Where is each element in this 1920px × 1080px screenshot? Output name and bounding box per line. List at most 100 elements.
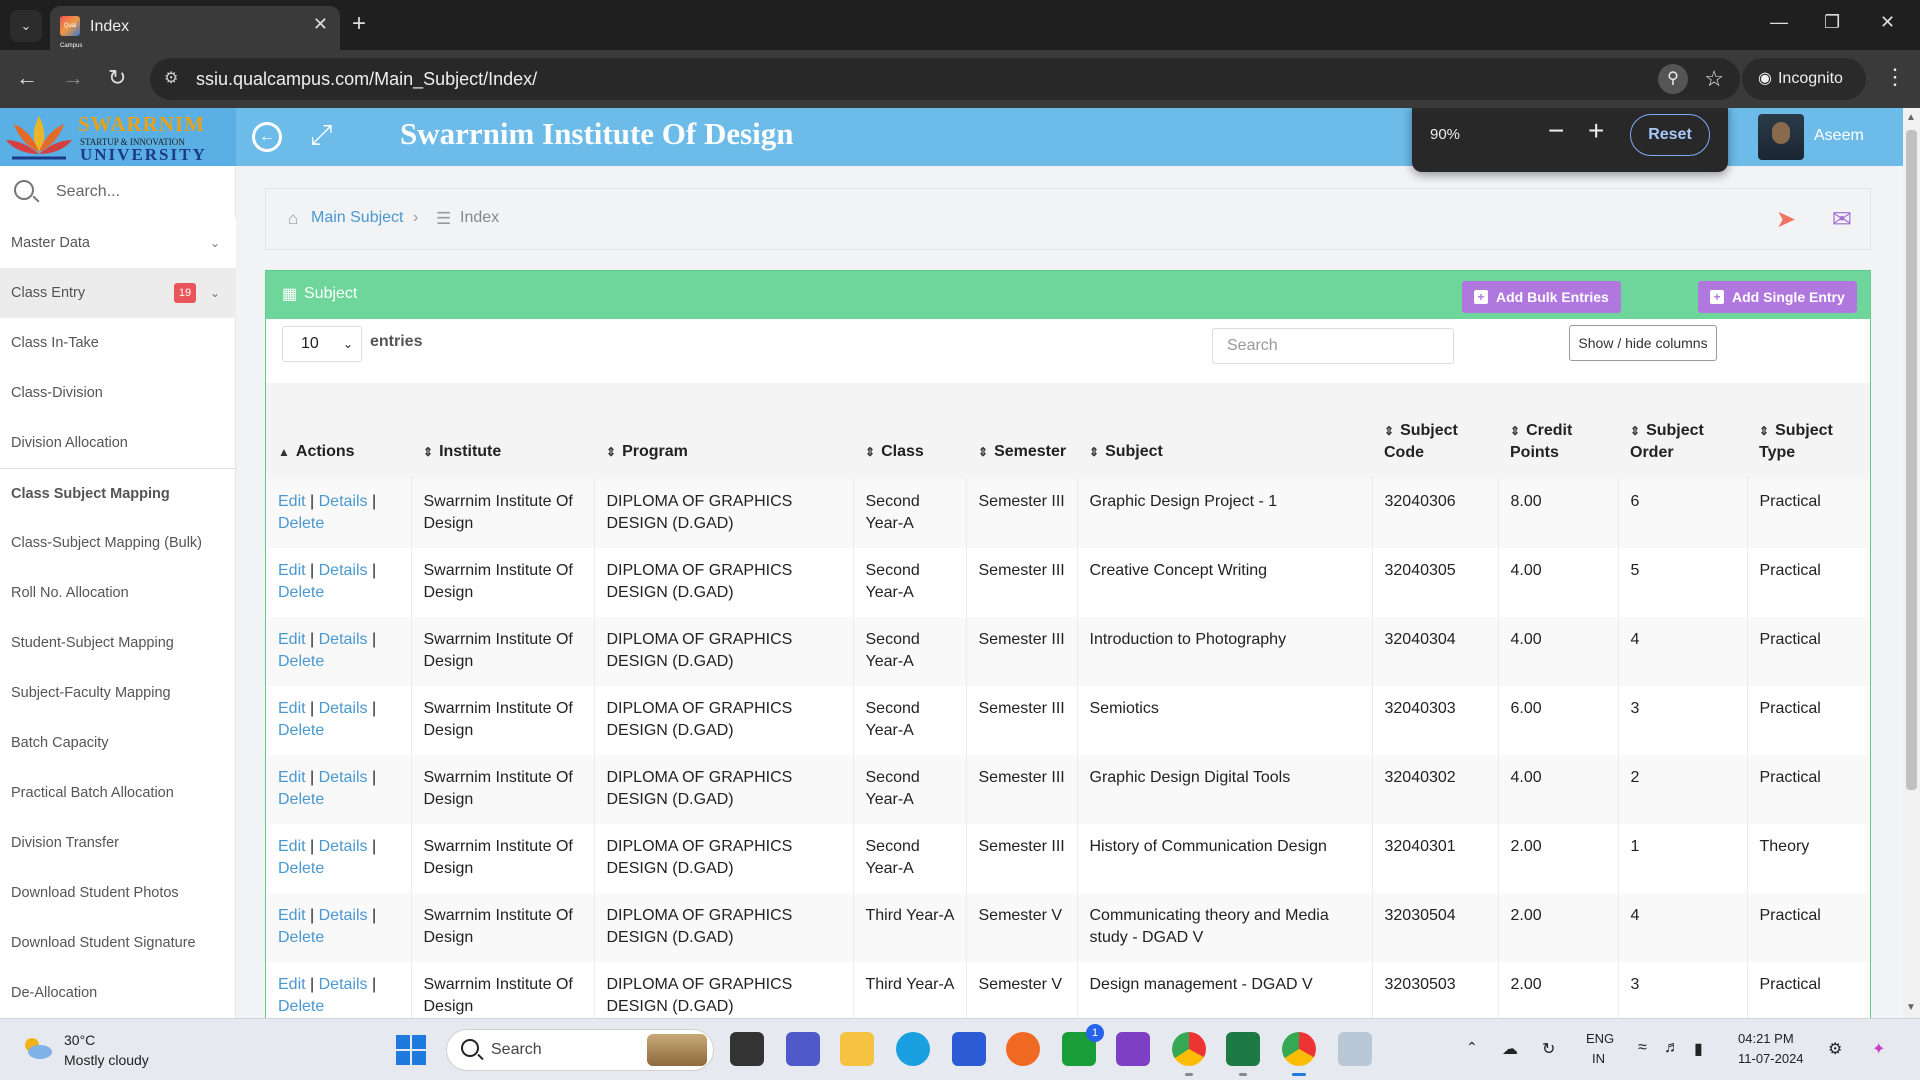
delete-link[interactable]: Delete: [278, 653, 324, 670]
sidebar-search[interactable]: Search...: [0, 166, 236, 218]
chevron-up-icon[interactable]: ⌃: [1466, 1039, 1478, 1056]
details-link[interactable]: Details: [319, 976, 368, 993]
table-search-input[interactable]: Search: [1212, 328, 1454, 364]
tab-search-icon[interactable]: ⌄: [10, 10, 42, 42]
scrollbar-thumb[interactable]: [1906, 130, 1917, 790]
zoom-in-icon[interactable]: +: [1588, 116, 1604, 146]
edit-link[interactable]: Edit: [278, 976, 306, 993]
sync-icon[interactable]: ↻: [1542, 1039, 1555, 1059]
zoom-reset-button[interactable]: Reset: [1630, 114, 1710, 156]
details-link[interactable]: Details: [319, 769, 368, 786]
clock-date[interactable]: 11-07-2024: [1738, 1051, 1804, 1066]
column-header-subject[interactable]: ⇕ Subject: [1077, 383, 1372, 479]
zoom-out-icon[interactable]: −: [1548, 116, 1564, 146]
bookmark-star-icon[interactable]: ☆: [1704, 66, 1724, 92]
sidebar-item-download-student-signature[interactable]: Download Student Signature: [0, 918, 236, 968]
add-single-entry-button[interactable]: + Add Single Entry: [1698, 281, 1857, 313]
avatar[interactable]: [1758, 114, 1804, 160]
site-info-icon[interactable]: ⚙: [164, 68, 178, 88]
breadcrumb-link-main-subject[interactable]: Main Subject: [311, 209, 404, 227]
close-window-icon[interactable]: ✕: [1880, 12, 1895, 33]
delete-link[interactable]: Delete: [278, 860, 324, 877]
sidebar-item-student-subject-mapping[interactable]: Student-Subject Mapping: [0, 618, 236, 668]
url-text[interactable]: ssiu.qualcampus.com/Main_Subject/Index/: [196, 69, 537, 90]
university-logo[interactable]: SWARRNIM STARTUP & INNOVATION UNIVERSITY: [0, 108, 236, 166]
sidebar-item-division-allocation[interactable]: Division Allocation: [0, 418, 236, 468]
paper-plane-icon[interactable]: ➤: [1776, 205, 1796, 234]
new-tab-icon[interactable]: +: [352, 10, 366, 38]
sidebar-search-input[interactable]: Search...: [56, 183, 120, 201]
close-tab-icon[interactable]: ✕: [313, 14, 328, 35]
excel-icon[interactable]: [1226, 1032, 1260, 1066]
xbox-icon[interactable]: 1: [1062, 1024, 1104, 1066]
clock-time[interactable]: 04:21 PM: [1738, 1031, 1794, 1046]
sidebar-item-class-division[interactable]: Class-Division: [0, 368, 236, 418]
back-icon[interactable]: ←: [16, 64, 38, 92]
sidebar-item-master-data[interactable]: Master Data ⌄: [0, 218, 236, 268]
sidebar-item-download-student-photos[interactable]: Download Student Photos: [0, 868, 236, 918]
details-link[interactable]: Details: [319, 700, 368, 717]
show-hide-columns-button[interactable]: Show / hide columns: [1569, 325, 1717, 361]
address-bar[interactable]: ⚙ ssiu.qualcampus.com/Main_Subject/Index…: [150, 58, 1740, 100]
back-circle-icon[interactable]: ←: [252, 122, 282, 152]
delete-link[interactable]: Delete: [278, 722, 324, 739]
edit-link[interactable]: Edit: [278, 838, 306, 855]
edit-link[interactable]: Edit: [278, 631, 306, 648]
chrome-incognito-icon[interactable]: [1282, 1032, 1316, 1066]
sidebar-item-class-subject-mapping-bulk[interactable]: Class-Subject Mapping (Bulk): [0, 518, 236, 568]
column-header-subject-order[interactable]: ⇕ Subject Order: [1618, 383, 1747, 479]
details-link[interactable]: Details: [319, 838, 368, 855]
wifi-icon[interactable]: ≈: [1638, 1039, 1647, 1057]
edge-icon[interactable]: [896, 1032, 930, 1066]
chrome-icon[interactable]: [1172, 1032, 1206, 1066]
sidebar-item-class-in-take[interactable]: Class In-Take: [0, 318, 236, 368]
mail-icon[interactable]: ✉: [1832, 205, 1852, 234]
taskbar-search[interactable]: Search: [446, 1029, 714, 1071]
details-link[interactable]: Details: [319, 562, 368, 579]
battery-icon[interactable]: ▮: [1694, 1039, 1703, 1059]
forward-icon[interactable]: →: [62, 64, 84, 92]
edit-link[interactable]: Edit: [278, 769, 306, 786]
sidebar-item-subject-faculty-mapping[interactable]: Subject-Faculty Mapping: [0, 668, 236, 718]
column-header-class[interactable]: ⇕ Class: [853, 383, 966, 479]
delete-link[interactable]: Delete: [278, 929, 324, 946]
sidebar-item-roll-no-allocation[interactable]: Roll No. Allocation: [0, 568, 236, 618]
cloud-sun-icon[interactable]: [20, 1035, 54, 1061]
edit-link[interactable]: Edit: [278, 562, 306, 579]
delete-link[interactable]: Delete: [278, 998, 324, 1015]
delete-link[interactable]: Delete: [278, 584, 324, 601]
edit-link[interactable]: Edit: [278, 493, 306, 510]
entries-per-page-select[interactable]: 10 ⌄: [282, 326, 362, 362]
minimize-icon[interactable]: —: [1770, 12, 1788, 33]
file-explorer-icon[interactable]: [840, 1032, 874, 1066]
fullscreen-icon[interactable]: ⤢: [310, 120, 332, 150]
scroll-up-icon[interactable]: ▲: [1906, 112, 1916, 123]
weather-temperature[interactable]: 30°C: [64, 1032, 95, 1048]
edit-link[interactable]: Edit: [278, 700, 306, 717]
windows-start-icon[interactable]: [396, 1035, 426, 1065]
page-scrollbar[interactable]: ▲ ▼: [1903, 108, 1920, 1018]
app-icon[interactable]: [1116, 1032, 1150, 1066]
sidebar-item-de-allocation[interactable]: De-Allocation: [0, 968, 236, 1018]
browser-menu-icon[interactable]: ⋮: [1884, 64, 1906, 90]
browser-tab[interactable]: Qual Campus Index ✕: [50, 6, 340, 50]
copilot-icon[interactable]: ✦: [1872, 1039, 1885, 1059]
scroll-down-icon[interactable]: ▼: [1906, 1002, 1916, 1013]
delete-link[interactable]: Delete: [278, 791, 324, 808]
snipping-tool-icon[interactable]: [1338, 1032, 1372, 1066]
column-header-subject-code[interactable]: ⇕ Subject Code: [1372, 383, 1498, 479]
delete-link[interactable]: Delete: [278, 515, 324, 532]
column-header-semester[interactable]: ⇕ Semester: [966, 383, 1077, 479]
firefox-icon[interactable]: [1006, 1032, 1040, 1066]
add-bulk-entries-button[interactable]: + Add Bulk Entries: [1462, 281, 1621, 313]
sidebar-item-batch-capacity[interactable]: Batch Capacity: [0, 718, 236, 768]
sidebar-item-practical-batch-allocation[interactable]: Practical Batch Allocation: [0, 768, 236, 818]
column-header-credit-points[interactable]: ⇕ Credit Points: [1498, 383, 1618, 479]
cloud-sync-icon[interactable]: ☁: [1502, 1039, 1518, 1059]
language-indicator[interactable]: ENG: [1586, 1031, 1614, 1046]
language-region[interactable]: IN: [1592, 1051, 1605, 1066]
sidebar-item-class-entry[interactable]: Class Entry 19 ⌄: [0, 268, 236, 318]
user-name[interactable]: Aseem: [1814, 127, 1864, 145]
incognito-indicator[interactable]: ◉ Incognito: [1742, 58, 1866, 100]
details-link[interactable]: Details: [319, 493, 368, 510]
